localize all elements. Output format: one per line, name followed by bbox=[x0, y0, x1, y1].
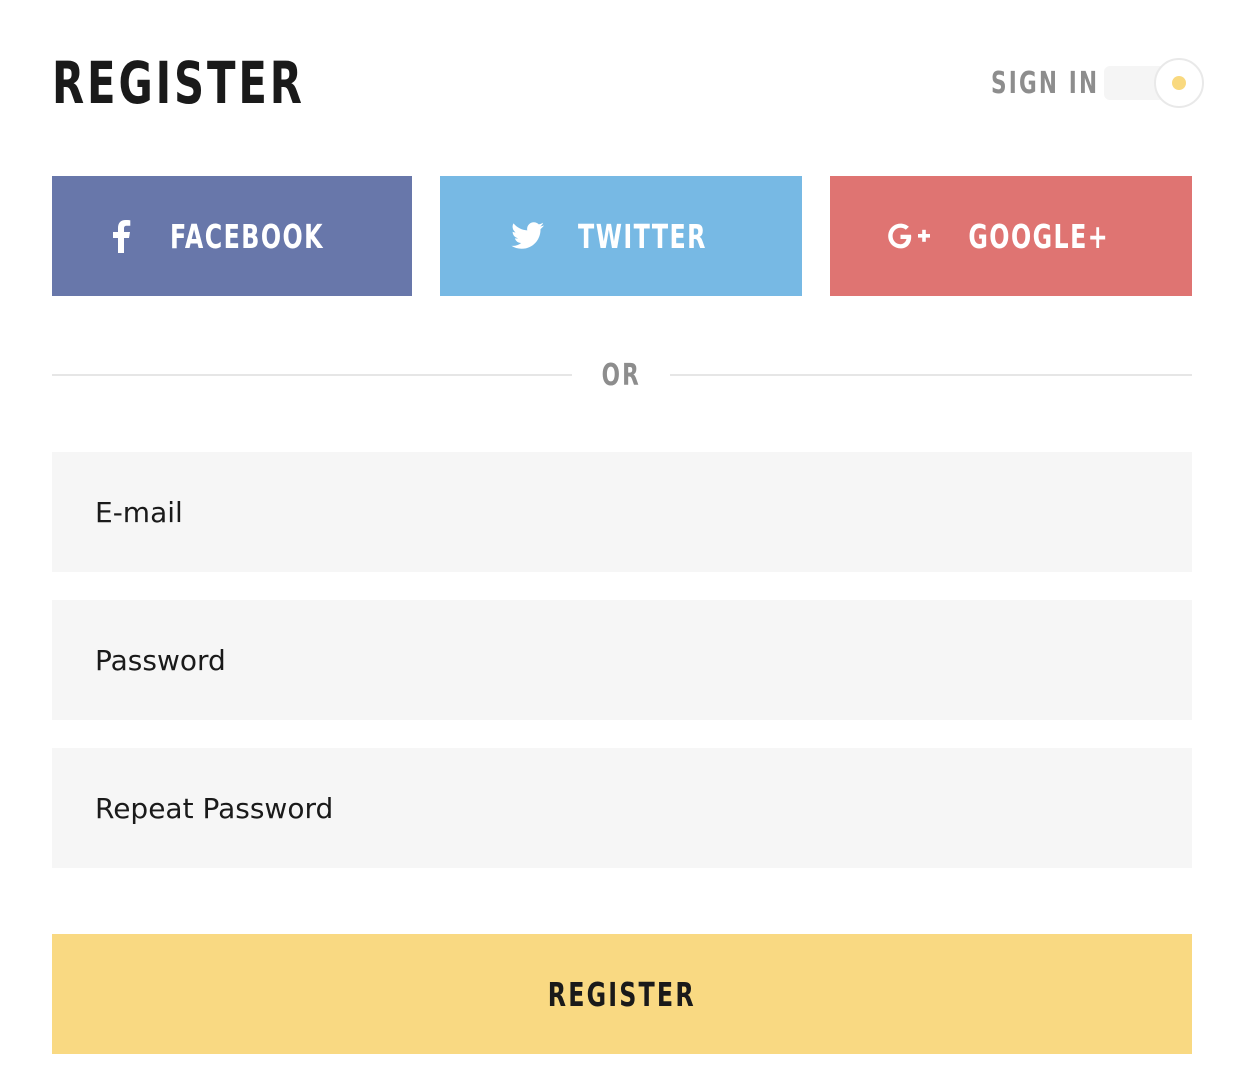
toggle-knob[interactable] bbox=[1154, 58, 1204, 108]
repeat-password-field[interactable] bbox=[52, 748, 1192, 868]
facebook-button-label: FACEBOOK bbox=[169, 216, 324, 256]
twitter-icon bbox=[510, 222, 545, 250]
register-button-label: REGISTER bbox=[547, 974, 697, 1014]
twitter-button-label: TWITTER bbox=[577, 216, 707, 256]
divider-line-right bbox=[670, 374, 1192, 376]
google-plus-button[interactable]: GOOGLE+ bbox=[830, 176, 1192, 296]
toggle-dot bbox=[1172, 76, 1186, 90]
toggle-label-text: SIGN IN bbox=[991, 66, 1100, 101]
divider-or: OR bbox=[572, 356, 670, 396]
register-button[interactable]: REGISTER bbox=[52, 934, 1192, 1054]
page-title-text: REGISTER bbox=[52, 49, 305, 117]
google-plus-icon bbox=[885, 220, 933, 252]
twitter-button[interactable]: TWITTER bbox=[440, 176, 802, 296]
toggle-label[interactable]: SIGN IN bbox=[970, 64, 1097, 104]
password-field[interactable] bbox=[52, 600, 1192, 720]
facebook-button[interactable]: FACEBOOK bbox=[52, 176, 412, 296]
facebook-icon bbox=[110, 219, 132, 253]
divider-line-left bbox=[52, 374, 572, 376]
divider-or-text: OR bbox=[601, 358, 641, 393]
sign-in-toggle[interactable]: SIGN IN bbox=[970, 54, 1210, 114]
page-title: REGISTER bbox=[52, 48, 403, 118]
email-field[interactable] bbox=[52, 452, 1192, 572]
google-plus-button-label: GOOGLE+ bbox=[968, 216, 1110, 256]
